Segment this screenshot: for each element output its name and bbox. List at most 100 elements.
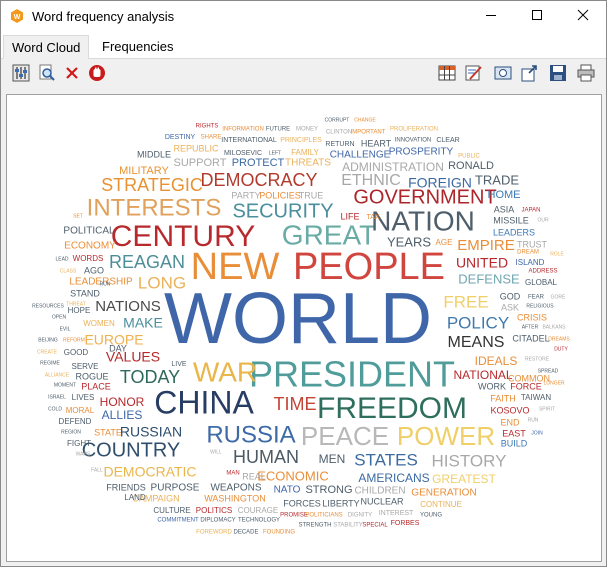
- cloud-word: HONOR: [100, 395, 145, 409]
- cloud-word: NATO: [274, 485, 301, 496]
- cloud-word: LEAD: [55, 256, 68, 262]
- cloud-word: AGO: [84, 265, 104, 275]
- cloud-word: COMMITMENT: [157, 518, 199, 524]
- cloud-word: PEACE: [301, 421, 389, 451]
- find-button[interactable]: [38, 64, 56, 84]
- close-icon: [577, 8, 589, 26]
- app-window: W Word frequency analysis Word Cloud Fre…: [0, 0, 607, 567]
- cloud-word: RUN: [528, 417, 539, 423]
- cloud-word: GREATEST: [432, 472, 496, 486]
- cloud-word: FREE: [443, 292, 488, 311]
- tab-frequencies[interactable]: Frequencies: [94, 35, 182, 58]
- cloud-word: WILL: [210, 449, 222, 455]
- cloud-word: THREATS: [285, 158, 331, 169]
- cloud-word: FOUNDING: [263, 530, 295, 536]
- print-button[interactable]: [577, 64, 595, 84]
- cloud-word: STAND: [70, 288, 100, 298]
- cloud-word: POLICIES: [259, 190, 301, 200]
- cloud-word: SECURITY: [232, 200, 333, 222]
- cloud-word: RUSSIAN: [120, 424, 182, 440]
- delete-icon: [63, 64, 81, 87]
- cloud-word: WAR: [193, 356, 257, 387]
- cloud-word: DEMOCRATIC: [103, 464, 196, 480]
- cloud-word: WORDS: [73, 254, 104, 263]
- cloud-word: COURAGE: [238, 506, 278, 515]
- grid-button[interactable]: [438, 65, 456, 84]
- cloud-word: OUR: [537, 217, 549, 223]
- cloud-word: SUPPORT: [174, 157, 227, 169]
- export-button[interactable]: [521, 64, 539, 84]
- cloud-word: HUMAN: [233, 447, 299, 467]
- cloud-word: MOMENT: [54, 382, 76, 388]
- cloud-word: TRUST: [517, 239, 547, 249]
- word-cloud-canvas: WORLD PRESIDENT NEW PEOPLE CHINA FREEDOM CENTU…: [6, 94, 602, 562]
- cloud-word: DREAM: [517, 250, 539, 256]
- cloud-word: ADDRESS: [528, 269, 557, 275]
- toolbar: [1, 59, 606, 91]
- screenshot-icon: [494, 64, 512, 87]
- cloud-word: OPEN: [52, 314, 67, 320]
- cloud-word: BEIJING: [38, 337, 58, 343]
- cloud-word: MONEY: [296, 127, 318, 133]
- cloud-word: FUTURE: [266, 127, 290, 133]
- cloud-word: ALLIANCE: [45, 372, 70, 378]
- cloud-word: DEFENSE: [458, 271, 520, 286]
- edit-icon: [465, 64, 483, 87]
- cloud-word: RUN: [100, 281, 111, 287]
- cloud-word: FEAR: [528, 295, 545, 301]
- cloud-word: WORLD: [164, 279, 432, 359]
- cloud-word: ETHNIC: [341, 172, 401, 189]
- stop-button[interactable]: [88, 64, 106, 84]
- cloud-word: PURPOSE: [151, 483, 200, 494]
- minimize-button[interactable]: [468, 1, 514, 32]
- cloud-word: CHANGE: [354, 117, 376, 123]
- tab-word-cloud[interactable]: Word Cloud: [3, 35, 90, 60]
- cloud-word: ROGUE: [75, 371, 108, 381]
- cloud-word: ISLAND: [516, 258, 545, 267]
- word-cloud: WORLDPRESIDENTNEW PEOPLECHINA FREEDOMCENTU…: [32, 117, 570, 536]
- cloud-word: HOPE: [68, 306, 91, 315]
- cloud-word: CENTURY: [111, 220, 255, 253]
- cloud-word: REAL: [242, 471, 266, 481]
- close-button[interactable]: [560, 1, 606, 32]
- cloud-word: END: [500, 417, 520, 427]
- cloud-word: SPIRIT: [539, 406, 555, 412]
- cloud-word: POLITICAL: [63, 226, 115, 237]
- cloud-word: POLITICIANS: [305, 513, 342, 519]
- cloud-word: RUSSIA: [206, 421, 295, 448]
- save-icon: [549, 64, 567, 87]
- cloud-word: FALL: [91, 467, 103, 473]
- save-button[interactable]: [549, 64, 567, 87]
- cloud-word: CLINTON: [326, 130, 352, 136]
- cloud-word: JOIN: [531, 430, 543, 436]
- cloud-word: DIPLOMACY: [200, 518, 235, 524]
- svg-text:W: W: [14, 14, 21, 21]
- cloud-word: GOOD: [64, 348, 89, 357]
- cloud-word: HOME: [488, 189, 521, 201]
- cloud-word: CORRUPT: [325, 117, 350, 123]
- delete-button[interactable]: [63, 66, 81, 84]
- cloud-word: GENERATION: [411, 488, 476, 499]
- screenshot-button[interactable]: [494, 66, 512, 84]
- settings-button[interactable]: [12, 64, 30, 84]
- title-bar[interactable]: W Word frequency analysis: [1, 1, 606, 32]
- edit-button[interactable]: [465, 64, 483, 87]
- cloud-word: KOSOVO: [490, 405, 529, 415]
- cloud-word: STATE: [94, 427, 122, 437]
- cloud-word: AFTER: [522, 324, 539, 330]
- cloud-word: LEFT: [269, 150, 281, 156]
- cloud-word: IMPORTANT: [351, 130, 386, 136]
- cloud-word: DIGNITY: [348, 513, 372, 519]
- cloud-word: NATIONAL: [453, 368, 512, 382]
- cloud-word: ISRAEL: [48, 394, 66, 400]
- cloud-word: REPUBLIC: [173, 143, 219, 153]
- cloud-word: EMPIRE: [457, 237, 515, 254]
- cloud-word: EVIL: [60, 326, 71, 332]
- cloud-word: FOREWORD: [196, 530, 232, 536]
- cloud-word: DUTY: [554, 346, 568, 352]
- cloud-word: LIVES: [72, 393, 95, 402]
- cloud-word: WASHINGTON: [204, 493, 266, 503]
- cloud-word: DAY: [109, 343, 127, 353]
- cloud-word: REFORM: [63, 337, 85, 343]
- maximize-button[interactable]: [514, 1, 560, 32]
